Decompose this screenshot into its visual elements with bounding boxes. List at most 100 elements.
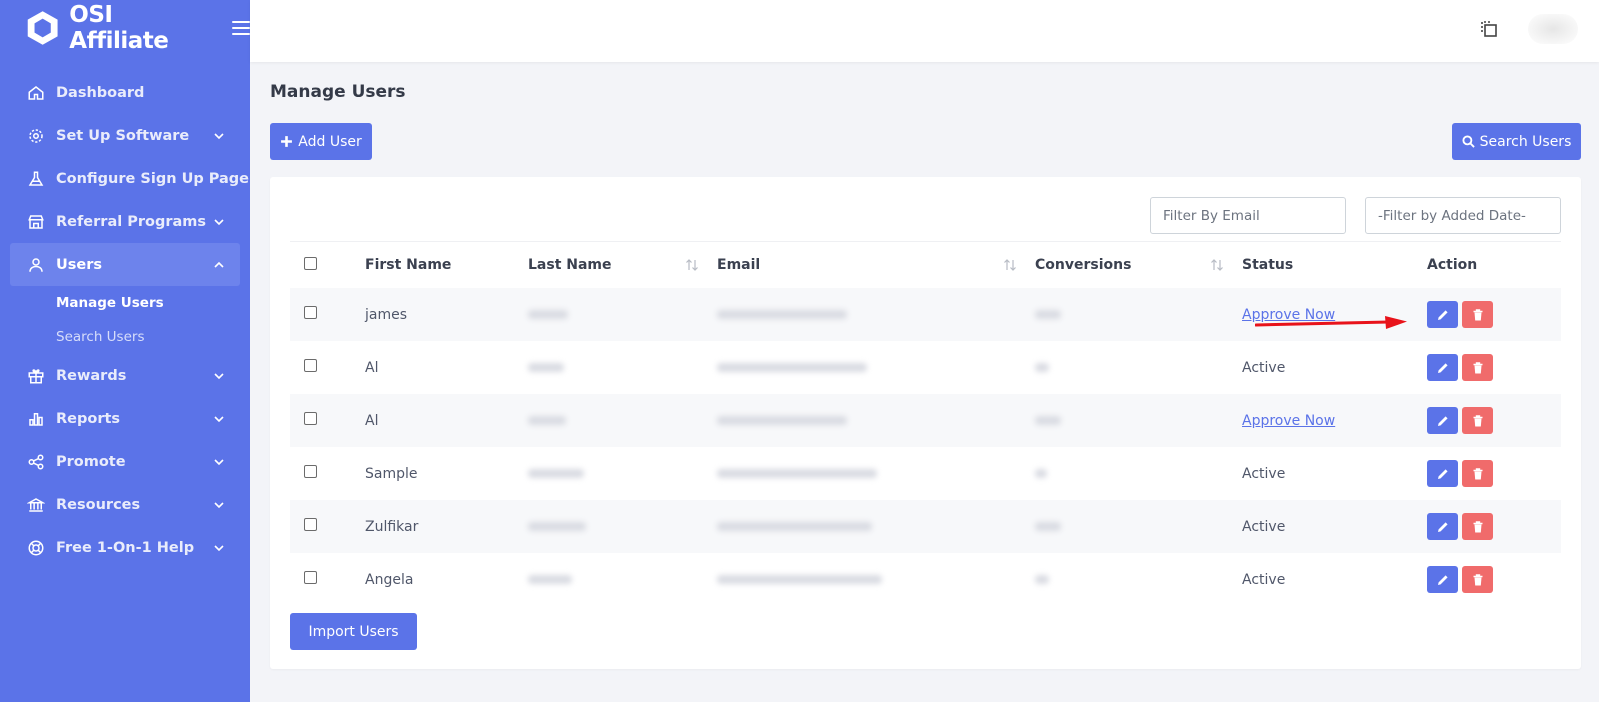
sidebar-item-set-up-software[interactable]: Set Up Software: [10, 114, 240, 157]
row-checkbox[interactable]: [304, 571, 317, 584]
row-checkbox[interactable]: [304, 412, 317, 425]
blurred-conversions: [1035, 310, 1061, 319]
trash-icon: [1473, 520, 1482, 532]
edit-button[interactable]: [1427, 566, 1458, 593]
sidebar-item-label: Dashboard: [56, 84, 145, 101]
gift-icon: [28, 368, 44, 383]
users-card: First Name Last Name Email Conversions S…: [270, 177, 1581, 669]
table-header: First Name Last Name Email Conversions S…: [290, 241, 1561, 288]
cell-first-name: Angela: [365, 571, 414, 588]
blurred-conversions: [1035, 469, 1047, 478]
sidebar-item-rewards[interactable]: Rewards: [10, 354, 240, 397]
hexagon-logo-icon: [27, 11, 58, 45]
chevron-up-icon: [214, 261, 224, 268]
pencil-icon: [1437, 574, 1448, 585]
sidebar-item-resources[interactable]: Resources: [10, 483, 240, 526]
pencil-icon: [1437, 362, 1448, 373]
trash-icon: [1473, 361, 1482, 373]
edit-button[interactable]: [1427, 513, 1458, 540]
search-users-button[interactable]: Search Users: [1452, 123, 1581, 160]
sidebar-item-promote[interactable]: Promote: [10, 440, 240, 483]
header-conversions-cell[interactable]: Conversions: [1035, 257, 1242, 273]
delete-button[interactable]: [1462, 301, 1493, 328]
sidebar-subitem-search-users[interactable]: Search Users: [0, 320, 250, 354]
chevron-down-icon: [214, 458, 224, 465]
header-action: Action: [1427, 257, 1478, 273]
blurred-conversions: [1035, 363, 1049, 372]
cell-status: Active: [1242, 465, 1286, 482]
blurred-last-name: [528, 363, 564, 372]
trash-icon: [1473, 467, 1482, 479]
avatar[interactable]: [1528, 14, 1578, 44]
cell-first-name: Sample: [365, 465, 418, 482]
bar-chart-icon: [29, 412, 43, 426]
delete-button[interactable]: [1462, 407, 1493, 434]
trash-icon: [1473, 414, 1482, 426]
topbar: [250, 0, 1599, 62]
header-email-cell[interactable]: Email: [717, 257, 1035, 273]
sidebar-item-users[interactable]: Users: [10, 243, 240, 286]
sidebar-item-free-help[interactable]: Free 1-On-1 Help: [10, 526, 240, 569]
delete-button[interactable]: [1462, 566, 1493, 593]
lifebuoy-icon: [28, 540, 44, 555]
bank-icon: [27, 497, 45, 512]
edit-button[interactable]: [1427, 407, 1458, 434]
fullscreen-icon[interactable]: [1479, 19, 1499, 39]
cell-first-name: Al: [365, 359, 379, 376]
chevron-down-icon: [214, 415, 224, 422]
header-first-name[interactable]: First Name: [365, 257, 528, 273]
row-checkbox[interactable]: [304, 465, 317, 478]
approve-now-link[interactable]: Approve Now: [1242, 413, 1335, 429]
sidebar-item-label: Referral Programs: [56, 213, 207, 230]
row-checkbox[interactable]: [304, 359, 317, 372]
filter-email-input[interactable]: [1150, 197, 1346, 234]
blurred-last-name: [528, 416, 566, 425]
search-icon: [1462, 135, 1475, 148]
delete-button[interactable]: [1462, 460, 1493, 487]
blurred-conversions: [1035, 416, 1061, 425]
row-checkbox[interactable]: [304, 518, 317, 531]
blurred-last-name: [528, 469, 584, 478]
header-last-name-cell[interactable]: Last Name: [528, 257, 717, 273]
sidebar-item-referral-programs[interactable]: Referral Programs: [10, 200, 240, 243]
blurred-email: [717, 575, 882, 584]
page-title: Manage Users: [270, 82, 406, 102]
cell-status: Active: [1242, 518, 1286, 535]
plus-icon: [281, 136, 293, 147]
sidebar: OSI Affiliate Dashboard Set Up Software …: [0, 0, 250, 702]
sidebar-item-reports[interactable]: Reports: [10, 397, 240, 440]
delete-button[interactable]: [1462, 513, 1493, 540]
sort-icon[interactable]: [1210, 259, 1224, 271]
gear-icon: [29, 128, 43, 143]
delete-button[interactable]: [1462, 354, 1493, 381]
sidebar-item-configure-sign-up-page[interactable]: Configure Sign Up Page: [10, 157, 249, 200]
filter-date-input[interactable]: [1365, 197, 1561, 234]
edit-button[interactable]: [1427, 354, 1458, 381]
chevron-down-icon: [214, 372, 224, 379]
brand-name: OSI Affiliate: [69, 2, 169, 54]
blurred-conversions: [1035, 522, 1061, 531]
select-all-checkbox[interactable]: [304, 256, 317, 270]
import-users-button[interactable]: Import Users: [290, 613, 417, 650]
edit-button[interactable]: [1427, 460, 1458, 487]
menu-toggle-icon[interactable]: [232, 21, 250, 35]
blurred-last-name: [528, 310, 568, 319]
sidebar-item-dashboard[interactable]: Dashboard: [10, 71, 240, 114]
add-user-button[interactable]: Add User: [270, 123, 372, 160]
row-checkbox[interactable]: [304, 306, 317, 319]
sidebar-subitem-manage-users[interactable]: Manage Users: [0, 286, 250, 320]
user-icon: [29, 257, 43, 272]
table-row: Sample Active: [290, 447, 1561, 500]
sort-icon[interactable]: [685, 259, 699, 271]
sidebar-item-label: Promote: [56, 453, 126, 470]
blurred-email: [717, 469, 877, 478]
cell-first-name: Al: [365, 412, 379, 429]
sort-icon[interactable]: [1003, 259, 1017, 271]
add-user-label: Add User: [298, 133, 362, 150]
table-row: Al Approve Now: [290, 394, 1561, 447]
blurred-email: [717, 522, 872, 531]
edit-button[interactable]: [1427, 301, 1458, 328]
brand[interactable]: OSI Affiliate: [0, 0, 250, 56]
trash-icon: [1473, 573, 1482, 585]
sidebar-item-label: Configure Sign Up Page: [56, 170, 250, 187]
